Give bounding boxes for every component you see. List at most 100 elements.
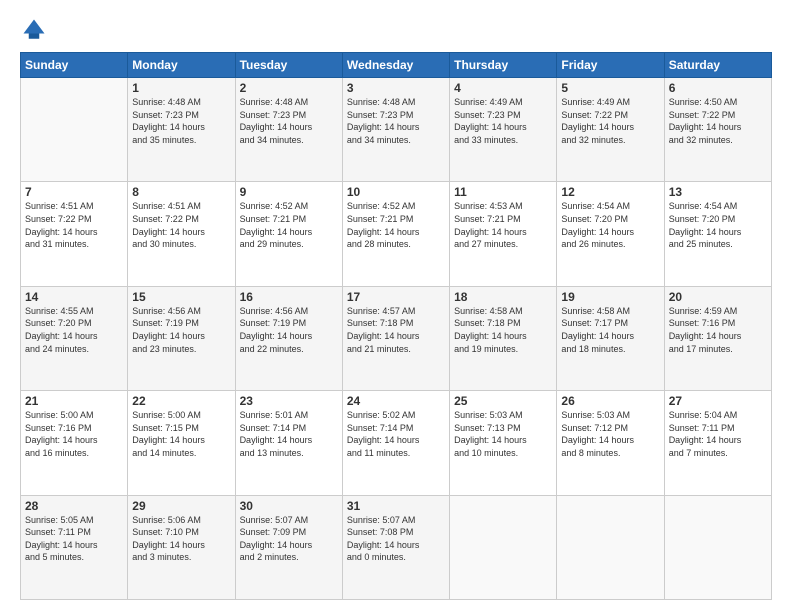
day-cell: 26Sunrise: 5:03 AM Sunset: 7:12 PM Dayli… [557,391,664,495]
day-info: Sunrise: 4:53 AM Sunset: 7:21 PM Dayligh… [454,200,552,250]
calendar-body: 1Sunrise: 4:48 AM Sunset: 7:23 PM Daylig… [21,78,772,600]
day-info: Sunrise: 5:02 AM Sunset: 7:14 PM Dayligh… [347,409,445,459]
day-number: 9 [240,185,338,199]
col-header-monday: Monday [128,53,235,78]
day-cell: 29Sunrise: 5:06 AM Sunset: 7:10 PM Dayli… [128,495,235,599]
day-info: Sunrise: 4:51 AM Sunset: 7:22 PM Dayligh… [25,200,123,250]
day-number: 6 [669,81,767,95]
day-cell: 31Sunrise: 5:07 AM Sunset: 7:08 PM Dayli… [342,495,449,599]
col-header-friday: Friday [557,53,664,78]
day-cell: 16Sunrise: 4:56 AM Sunset: 7:19 PM Dayli… [235,286,342,390]
day-info: Sunrise: 4:54 AM Sunset: 7:20 PM Dayligh… [561,200,659,250]
header-row: SundayMondayTuesdayWednesdayThursdayFrid… [21,53,772,78]
day-number: 7 [25,185,123,199]
day-info: Sunrise: 4:58 AM Sunset: 7:18 PM Dayligh… [454,305,552,355]
day-info: Sunrise: 5:01 AM Sunset: 7:14 PM Dayligh… [240,409,338,459]
day-info: Sunrise: 4:51 AM Sunset: 7:22 PM Dayligh… [132,200,230,250]
day-info: Sunrise: 5:06 AM Sunset: 7:10 PM Dayligh… [132,514,230,564]
day-cell: 18Sunrise: 4:58 AM Sunset: 7:18 PM Dayli… [450,286,557,390]
day-info: Sunrise: 4:55 AM Sunset: 7:20 PM Dayligh… [25,305,123,355]
day-number: 31 [347,499,445,513]
day-cell [21,78,128,182]
day-info: Sunrise: 4:50 AM Sunset: 7:22 PM Dayligh… [669,96,767,146]
day-info: Sunrise: 5:03 AM Sunset: 7:12 PM Dayligh… [561,409,659,459]
day-cell [664,495,771,599]
day-number: 2 [240,81,338,95]
day-number: 25 [454,394,552,408]
day-cell: 13Sunrise: 4:54 AM Sunset: 7:20 PM Dayli… [664,182,771,286]
day-info: Sunrise: 4:49 AM Sunset: 7:22 PM Dayligh… [561,96,659,146]
day-number: 20 [669,290,767,304]
day-info: Sunrise: 5:03 AM Sunset: 7:13 PM Dayligh… [454,409,552,459]
day-info: Sunrise: 5:07 AM Sunset: 7:08 PM Dayligh… [347,514,445,564]
day-cell: 4Sunrise: 4:49 AM Sunset: 7:23 PM Daylig… [450,78,557,182]
col-header-thursday: Thursday [450,53,557,78]
day-cell: 11Sunrise: 4:53 AM Sunset: 7:21 PM Dayli… [450,182,557,286]
day-info: Sunrise: 4:56 AM Sunset: 7:19 PM Dayligh… [132,305,230,355]
day-cell: 6Sunrise: 4:50 AM Sunset: 7:22 PM Daylig… [664,78,771,182]
day-cell: 27Sunrise: 5:04 AM Sunset: 7:11 PM Dayli… [664,391,771,495]
day-cell: 12Sunrise: 4:54 AM Sunset: 7:20 PM Dayli… [557,182,664,286]
week-row-3: 14Sunrise: 4:55 AM Sunset: 7:20 PM Dayli… [21,286,772,390]
day-number: 23 [240,394,338,408]
day-info: Sunrise: 4:54 AM Sunset: 7:20 PM Dayligh… [669,200,767,250]
day-cell: 24Sunrise: 5:02 AM Sunset: 7:14 PM Dayli… [342,391,449,495]
day-number: 10 [347,185,445,199]
day-number: 4 [454,81,552,95]
day-number: 24 [347,394,445,408]
day-info: Sunrise: 4:48 AM Sunset: 7:23 PM Dayligh… [240,96,338,146]
day-cell [450,495,557,599]
calendar-table: SundayMondayTuesdayWednesdayThursdayFrid… [20,52,772,600]
day-info: Sunrise: 4:59 AM Sunset: 7:16 PM Dayligh… [669,305,767,355]
day-number: 1 [132,81,230,95]
day-cell: 2Sunrise: 4:48 AM Sunset: 7:23 PM Daylig… [235,78,342,182]
day-number: 14 [25,290,123,304]
day-info: Sunrise: 4:48 AM Sunset: 7:23 PM Dayligh… [347,96,445,146]
week-row-4: 21Sunrise: 5:00 AM Sunset: 7:16 PM Dayli… [21,391,772,495]
day-info: Sunrise: 4:56 AM Sunset: 7:19 PM Dayligh… [240,305,338,355]
day-info: Sunrise: 5:00 AM Sunset: 7:15 PM Dayligh… [132,409,230,459]
day-info: Sunrise: 4:49 AM Sunset: 7:23 PM Dayligh… [454,96,552,146]
day-cell: 28Sunrise: 5:05 AM Sunset: 7:11 PM Dayli… [21,495,128,599]
col-header-sunday: Sunday [21,53,128,78]
day-cell [557,495,664,599]
week-row-5: 28Sunrise: 5:05 AM Sunset: 7:11 PM Dayli… [21,495,772,599]
day-cell: 8Sunrise: 4:51 AM Sunset: 7:22 PM Daylig… [128,182,235,286]
day-info: Sunrise: 4:58 AM Sunset: 7:17 PM Dayligh… [561,305,659,355]
day-number: 17 [347,290,445,304]
day-cell: 9Sunrise: 4:52 AM Sunset: 7:21 PM Daylig… [235,182,342,286]
day-number: 15 [132,290,230,304]
day-cell: 7Sunrise: 4:51 AM Sunset: 7:22 PM Daylig… [21,182,128,286]
day-cell: 3Sunrise: 4:48 AM Sunset: 7:23 PM Daylig… [342,78,449,182]
day-cell: 21Sunrise: 5:00 AM Sunset: 7:16 PM Dayli… [21,391,128,495]
logo-icon [20,16,48,44]
week-row-1: 1Sunrise: 4:48 AM Sunset: 7:23 PM Daylig… [21,78,772,182]
day-number: 27 [669,394,767,408]
day-info: Sunrise: 4:52 AM Sunset: 7:21 PM Dayligh… [347,200,445,250]
week-row-2: 7Sunrise: 4:51 AM Sunset: 7:22 PM Daylig… [21,182,772,286]
day-number: 3 [347,81,445,95]
day-info: Sunrise: 4:48 AM Sunset: 7:23 PM Dayligh… [132,96,230,146]
day-cell: 17Sunrise: 4:57 AM Sunset: 7:18 PM Dayli… [342,286,449,390]
day-info: Sunrise: 4:52 AM Sunset: 7:21 PM Dayligh… [240,200,338,250]
day-cell: 25Sunrise: 5:03 AM Sunset: 7:13 PM Dayli… [450,391,557,495]
day-info: Sunrise: 4:57 AM Sunset: 7:18 PM Dayligh… [347,305,445,355]
day-number: 22 [132,394,230,408]
day-number: 8 [132,185,230,199]
day-cell: 22Sunrise: 5:00 AM Sunset: 7:15 PM Dayli… [128,391,235,495]
day-cell: 19Sunrise: 4:58 AM Sunset: 7:17 PM Dayli… [557,286,664,390]
col-header-wednesday: Wednesday [342,53,449,78]
col-header-saturday: Saturday [664,53,771,78]
day-info: Sunrise: 5:05 AM Sunset: 7:11 PM Dayligh… [25,514,123,564]
day-number: 26 [561,394,659,408]
day-number: 19 [561,290,659,304]
col-header-tuesday: Tuesday [235,53,342,78]
day-cell: 20Sunrise: 4:59 AM Sunset: 7:16 PM Dayli… [664,286,771,390]
day-cell: 1Sunrise: 4:48 AM Sunset: 7:23 PM Daylig… [128,78,235,182]
calendar-header: SundayMondayTuesdayWednesdayThursdayFrid… [21,53,772,78]
day-cell: 30Sunrise: 5:07 AM Sunset: 7:09 PM Dayli… [235,495,342,599]
day-number: 13 [669,185,767,199]
day-number: 12 [561,185,659,199]
day-cell: 10Sunrise: 4:52 AM Sunset: 7:21 PM Dayli… [342,182,449,286]
day-cell: 5Sunrise: 4:49 AM Sunset: 7:22 PM Daylig… [557,78,664,182]
